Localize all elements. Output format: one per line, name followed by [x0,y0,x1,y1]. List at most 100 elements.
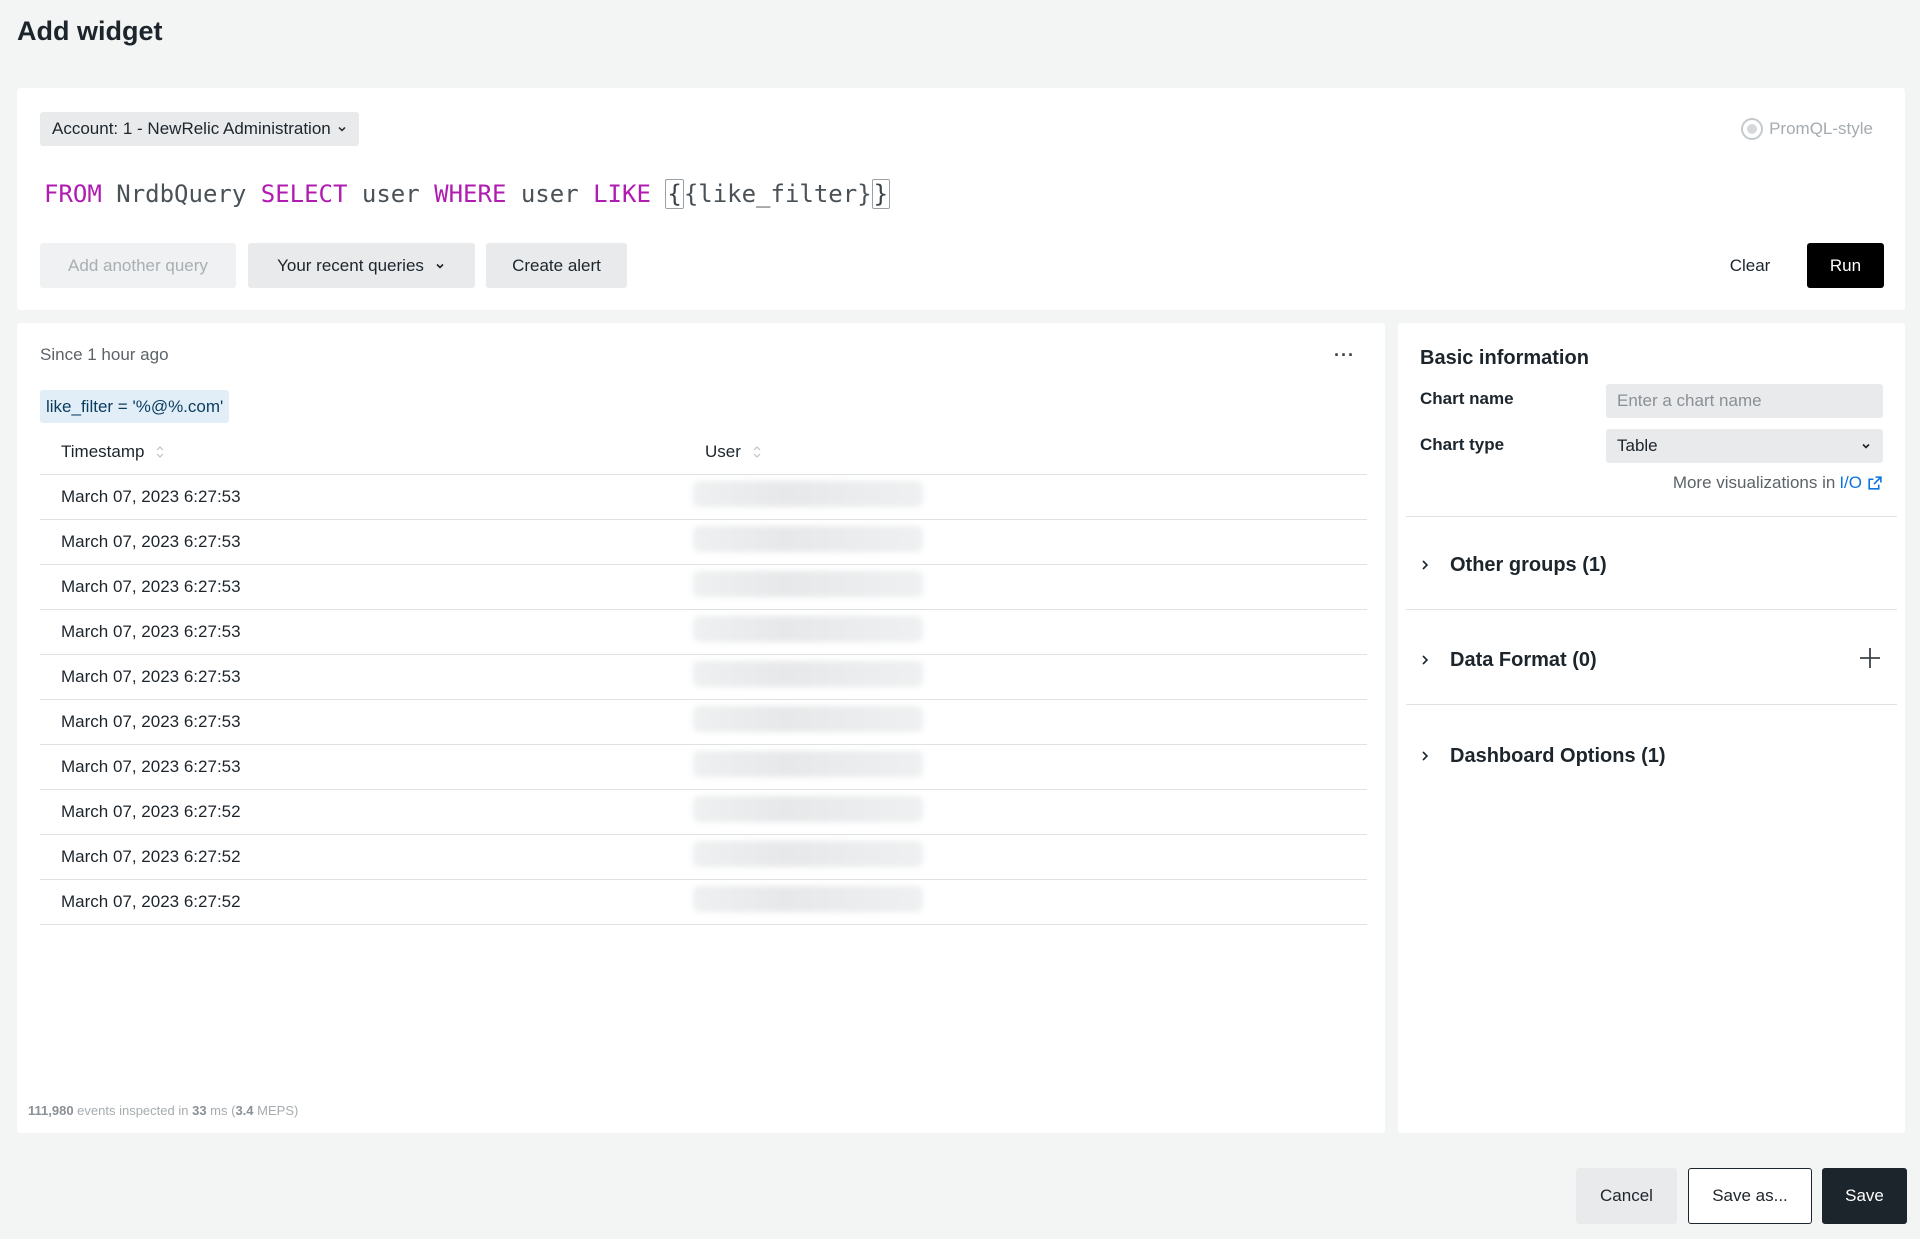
filter-chip[interactable]: like_filter = '%@%.com' [40,390,230,423]
user-cell [684,699,1367,745]
events-text: events inspected in [73,1103,193,1118]
redacted-value [693,661,923,687]
timestamp-cell: March 07, 2023 6:27:53 [40,699,684,745]
chart-name-input[interactable] [1606,384,1883,418]
timestamp-cell: March 07, 2023 6:27:53 [40,474,684,520]
table-row: March 07, 2023 6:27:53 [40,654,1367,700]
table-row: March 07, 2023 6:27:53 [40,564,1367,610]
user-cell [684,744,1367,790]
divider [1406,704,1897,705]
sort-icon [156,446,164,459]
chart-type-select[interactable]: Table [1606,429,1883,463]
table-row: March 07, 2023 6:27:53 [40,609,1367,655]
clear-button[interactable]: Clear [1714,243,1786,288]
redacted-value [693,706,923,732]
toggle-icon [1741,118,1764,140]
more-options-icon[interactable]: ··· [1334,345,1355,366]
duration-ms: 33 [192,1103,207,1118]
add-another-query-button[interactable]: Add another query [40,243,236,288]
nrql-editor[interactable]: FROM NrdbQuery SELECT user WHERE user LI… [44,179,891,209]
redacted-value [693,841,923,867]
run-button[interactable]: Run [1807,243,1884,288]
redacted-value [693,571,923,597]
section-other-groups[interactable]: Other groups (1) [1420,545,1883,585]
table-row: March 07, 2023 6:27:53 [40,474,1367,520]
user-cell [684,609,1367,655]
column-header-label: Timestamp [61,441,145,461]
save-button[interactable]: Save [1822,1168,1907,1224]
query-panel: Account: 1 - NewRelic Administration Pro… [17,88,1905,310]
nrql-keyword-like: LIKE [593,180,651,208]
section-label: Other groups (1) [1450,553,1607,576]
nrql-field: user [347,180,435,208]
nrql-keyword-from: FROM [44,180,102,208]
page-title: Add widget [17,16,163,46]
column-header-user[interactable]: User [684,430,1367,475]
meps-text: MEPS) [253,1103,299,1118]
add-icon[interactable] [1857,645,1883,671]
table-row: March 07, 2023 6:27:53 [40,699,1367,745]
cancel-button[interactable]: Cancel [1576,1168,1677,1224]
nrql-brace-close: } [871,179,891,209]
redacted-value [693,886,923,912]
timestamp-cell: March 07, 2023 6:27:52 [40,879,684,925]
column-header-timestamp[interactable]: Timestamp [40,430,684,475]
redacted-value [693,526,923,552]
table-row: March 07, 2023 6:27:53 [40,744,1367,790]
section-label: Dashboard Options (1) [1450,744,1666,767]
table-row: March 07, 2023 6:27:52 [40,834,1367,880]
section-data-format[interactable]: Data Format (0) [1420,640,1883,680]
table-header-row: Timestamp User [40,430,1367,475]
ms-text: ms ( [206,1103,236,1118]
divider [1406,609,1897,610]
user-cell [684,474,1367,520]
results-table: Timestamp User March 07, 2023 6:27:53 Ma… [40,430,1367,925]
timestamp-cell: March 07, 2023 6:27:53 [40,744,684,790]
promql-label: PromQL-style [1769,119,1873,138]
user-cell [684,834,1367,880]
external-link-icon[interactable] [1866,475,1883,492]
table-row: March 07, 2023 6:27:52 [40,879,1367,925]
redacted-value [693,481,923,507]
time-range-label: Since 1 hour ago [40,345,169,364]
nrql-keyword-where: WHERE [434,180,507,208]
redacted-value [693,616,923,642]
divider [1406,516,1897,517]
user-cell [684,789,1367,835]
recent-queries-button[interactable]: Your recent queries [248,243,475,288]
chart-type-label: Chart type [1420,435,1505,454]
chevron-right-icon [1420,654,1438,666]
section-dashboard-options[interactable]: Dashboard Options (1) [1420,736,1883,776]
user-cell [684,519,1367,565]
more-visualizations-text: More visualizations in [1672,473,1836,492]
basic-information-title: Basic information [1420,347,1589,369]
promql-toggle[interactable]: PromQL-style [1741,118,1873,140]
chart-settings-panel: Basic information Chart name Chart type … [1398,323,1905,1133]
redacted-value [693,796,923,822]
nrql-source: NrdbQuery [101,180,261,208]
nrql-keyword-select: SELECT [260,180,348,208]
column-header-label: User [705,441,741,461]
account-selector[interactable]: Account: 1 - NewRelic Administration [40,112,359,146]
nrql-variable: {like_filter} [683,180,872,208]
chevron-right-icon [1420,750,1438,762]
timestamp-cell: March 07, 2023 6:27:53 [40,519,684,565]
timestamp-cell: March 07, 2023 6:27:52 [40,834,684,880]
timestamp-cell: March 07, 2023 6:27:53 [40,654,684,700]
create-alert-button[interactable]: Create alert [486,243,627,288]
user-cell [684,654,1367,700]
recent-queries-label: Your recent queries [277,255,424,275]
events-inspected-summary: 111,980 events inspected in 33 ms (3.4 M… [28,1103,298,1118]
table-row: March 07, 2023 6:27:52 [40,789,1367,835]
section-label: Data Format (0) [1450,648,1597,671]
save-as-button[interactable]: Save as... [1688,1168,1812,1224]
redacted-value [693,751,923,777]
chart-type-value: Table [1617,436,1658,455]
timestamp-cell: March 07, 2023 6:27:52 [40,789,684,835]
io-link[interactable]: I/O [1839,473,1862,493]
timestamp-cell: March 07, 2023 6:27:53 [40,609,684,655]
more-visualizations: More visualizations in I/O [1673,473,1883,493]
nrql-field2: user [506,180,594,208]
meps-value: 3.4 [235,1103,254,1118]
results-panel: Since 1 hour ago ··· like_filter = '%@%.… [17,323,1385,1133]
